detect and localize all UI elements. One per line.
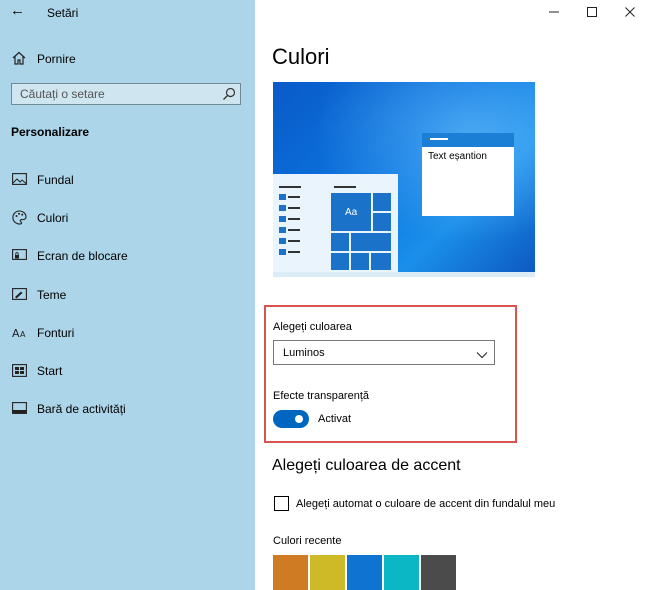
sidebar-home-label: Pornire <box>37 52 76 66</box>
minimize-icon[interactable] <box>544 4 564 20</box>
preview-tile-large: Aa <box>331 193 371 231</box>
recent-color-swatch[interactable] <box>384 555 419 590</box>
search-icon[interactable] <box>222 87 236 101</box>
sidebar-item-label: Bară de activități <box>37 402 126 416</box>
sidebar-item-teme[interactable]: Teme <box>0 280 255 308</box>
palette-icon <box>11 209 27 225</box>
back-arrow-icon[interactable]: ← <box>10 3 25 19</box>
recent-color-swatch[interactable] <box>273 555 308 590</box>
lock-screen-icon <box>11 247 27 263</box>
sample-window-title-line <box>430 138 448 140</box>
tile-text: Aa <box>345 207 358 218</box>
toggle-knob <box>295 415 303 423</box>
section-title: Personalizare <box>11 125 90 139</box>
transparency-label: Efecte transparență <box>273 390 370 402</box>
sidebar-item-label: Ecran de blocare <box>37 249 128 263</box>
titlebar: ← Setări <box>0 0 255 26</box>
preview-tile <box>331 253 349 270</box>
svg-text:A: A <box>12 327 20 339</box>
sidebar: ← Setări Pornire Personalizare Fundal Cu… <box>0 0 255 590</box>
recent-color-swatch[interactable] <box>310 555 345 590</box>
color-mode-value: Luminos <box>283 347 325 359</box>
picture-icon <box>11 171 27 187</box>
preview-menu-line <box>288 196 300 198</box>
transparency-state: Activat <box>318 413 352 425</box>
close-icon[interactable] <box>620 4 640 20</box>
choose-color-label: Alegeți culoarea <box>273 321 352 333</box>
fonts-icon: AA <box>11 324 27 340</box>
svg-text:A: A <box>20 330 26 339</box>
home-icon <box>11 50 27 66</box>
preview-start-menu: Aa <box>273 174 398 272</box>
start-icon <box>11 362 27 378</box>
theme-preview: Text eșantion Aa <box>273 82 535 277</box>
sidebar-item-label: Fundal <box>37 173 74 187</box>
page-title: Culori <box>272 44 330 69</box>
preview-menu-line <box>288 240 300 242</box>
sidebar-item-ecran-de-blocare[interactable]: Ecran de blocare <box>0 241 255 269</box>
preview-tiles: Aa <box>331 193 391 270</box>
sidebar-item-label: Teme <box>37 288 67 302</box>
taskbar-icon <box>11 400 27 416</box>
preview-taskbar <box>273 272 535 277</box>
preview-tile <box>373 213 391 231</box>
search-box[interactable] <box>11 83 241 105</box>
preview-menu-line <box>288 207 300 209</box>
preview-menu-line <box>288 251 300 253</box>
maximize-icon[interactable] <box>582 4 602 20</box>
transparency-toggle[interactable] <box>273 410 309 428</box>
auto-accent-label[interactable]: Alegeți automat o culoare de accent din … <box>296 498 555 510</box>
app-title: Setări <box>47 6 79 20</box>
sample-text: Text eșantion <box>428 151 487 162</box>
preview-tile <box>351 253 369 270</box>
color-mode-dropdown[interactable]: Luminos <box>273 340 495 365</box>
preview-menu-square <box>279 249 286 255</box>
sidebar-item-culori[interactable]: Culori <box>0 203 255 231</box>
preview-menu-line <box>279 186 301 188</box>
sidebar-item-fundal[interactable]: Fundal <box>0 165 255 193</box>
preview-menu-square <box>279 216 286 222</box>
search-input[interactable] <box>12 84 220 104</box>
preview-menu-line <box>288 229 300 231</box>
sidebar-item-bara-de-activitati[interactable]: Bară de activități <box>0 394 255 422</box>
preview-tile <box>371 253 391 270</box>
auto-accent-checkbox[interactable] <box>274 496 289 511</box>
recent-color-swatch[interactable] <box>421 555 456 590</box>
sidebar-item-label: Culori <box>37 211 69 225</box>
themes-icon <box>11 286 27 302</box>
recent-colors-label: Culori recente <box>273 535 342 547</box>
preview-menu-square <box>279 205 286 211</box>
sidebar-item-fonturi[interactable]: AA Fonturi <box>0 318 255 346</box>
preview-tile <box>331 233 349 251</box>
preview-menu-square <box>279 238 286 244</box>
sidebar-item-start[interactable]: Start <box>0 356 255 384</box>
sidebar-item-home[interactable]: Pornire <box>0 44 255 72</box>
sample-window: Text eșantion <box>422 133 514 216</box>
preview-tile <box>351 233 391 251</box>
sidebar-item-label: Fonturi <box>37 326 75 340</box>
recent-color-swatch[interactable] <box>347 555 382 590</box>
accent-heading: Alegeți culoarea de accent <box>272 457 461 474</box>
preview-tile <box>373 193 391 211</box>
preview-menu-line <box>334 186 356 188</box>
preview-menu-square <box>279 227 286 233</box>
preview-menu-line <box>288 218 300 220</box>
preview-menu-square <box>279 194 286 200</box>
sidebar-item-label: Start <box>37 364 63 378</box>
chevron-down-icon <box>476 347 488 359</box>
